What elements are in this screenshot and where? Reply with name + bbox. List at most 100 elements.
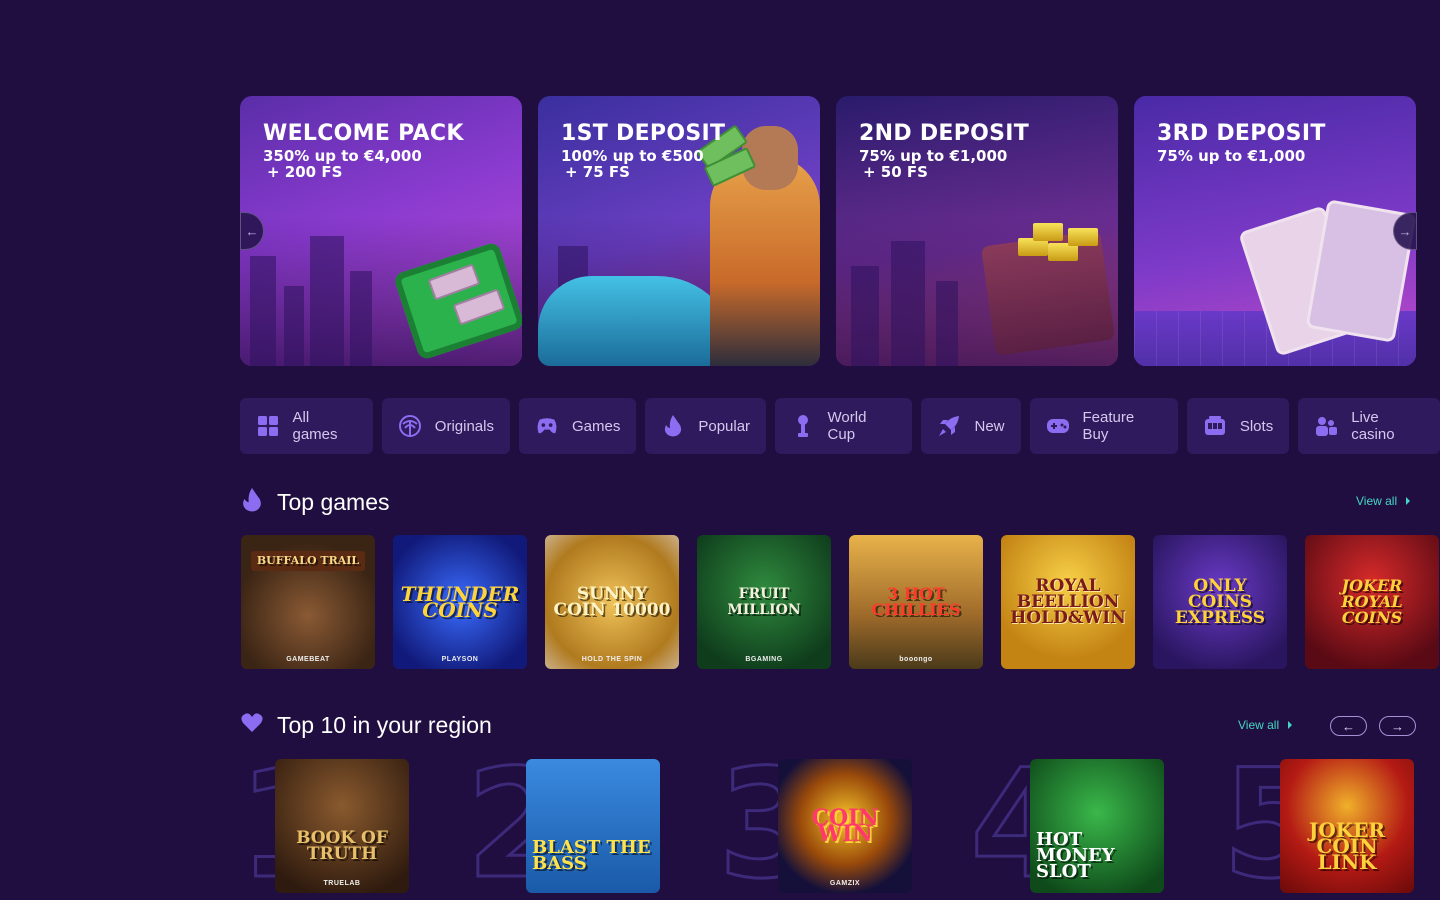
gamepad-icon — [536, 415, 558, 437]
game-tile[interactable]: HOT MONEY SLOT — [1030, 759, 1164, 893]
promo-1st-deposit[interactable]: 1ST DEPOSIT 100% up to €500 + 75 FS — [538, 96, 820, 366]
top-games-view-all-link[interactable]: View all — [1356, 494, 1411, 508]
tab-label: Originals — [434, 417, 494, 435]
top10-item[interactable]: 2 BLAST THE BASS — [464, 749, 662, 900]
game-tile[interactable]: BUFFALO TRAIL GAMEBEAT — [241, 535, 375, 669]
game-title: JOKER ROYAL COINS — [1341, 576, 1403, 627]
tab-slots[interactable]: Slots — [1186, 398, 1290, 454]
promo-title: WELCOME PACK — [263, 121, 464, 146]
game-tile[interactable]: JOKER COIN LINK — [1280, 759, 1414, 893]
top-games-header: Top games — [241, 488, 390, 517]
controller-icon — [1046, 415, 1069, 437]
game-provider: booongo — [899, 656, 933, 663]
grid-icon — [257, 415, 278, 437]
promo-title: 1ST DEPOSIT — [561, 121, 726, 146]
game-provider: TRUELAB — [323, 880, 361, 887]
game-tile[interactable]: JOKER ROYAL COINS — [1305, 535, 1439, 669]
promo-3rd-deposit[interactable]: 3RD DEPOSIT 75% up to €1,000 — [1134, 96, 1416, 366]
game-title: THUNDER COINS — [400, 582, 520, 622]
top10-next-button[interactable]: → — [1379, 716, 1416, 736]
game-provider: GAMZIX — [829, 880, 861, 887]
tab-games[interactable]: Games — [518, 398, 637, 454]
tab-label: Slots — [1239, 417, 1274, 435]
tab-new[interactable]: New — [921, 398, 1021, 454]
game-tile[interactable]: FRUIT MILLION BGAMING — [697, 535, 831, 669]
game-provider: BGAMING — [745, 656, 783, 663]
promo-offer: 75% up to €1,000 — [1157, 147, 1306, 165]
top10-header: Top 10 in your region — [241, 712, 492, 739]
tab-live-casino[interactable]: Live casino — [1298, 398, 1440, 454]
promo-title: 2ND DEPOSIT — [859, 121, 1030, 146]
view-all-label: View all — [1238, 718, 1280, 732]
game-title: BUFFALO TRAIL — [250, 551, 366, 571]
tab-feature-buy[interactable]: Feature Buy — [1029, 398, 1178, 454]
users-icon — [1315, 415, 1338, 437]
promo-free-spins: + 50 FS — [863, 163, 928, 181]
game-tile[interactable]: ONLY COINS EXPRESS — [1153, 535, 1287, 669]
top10-item[interactable]: 1 BOOK OF TRUTH TRUELAB — [236, 749, 410, 900]
category-tabs: All games Originals Games Popular World … — [240, 398, 1440, 454]
game-tile[interactable]: 3 HOT CHILLIES booongo — [849, 535, 983, 669]
arrow-right-icon: → — [1398, 223, 1412, 239]
tab-label: New — [974, 417, 1005, 435]
game-title: SUNNY COIN 10000 — [553, 584, 671, 620]
tab-world-cup[interactable]: World Cup — [775, 398, 913, 454]
top10-view-all-link[interactable]: View all — [1238, 718, 1293, 732]
promo-2nd-deposit[interactable]: 2ND DEPOSIT 75% up to €1,000 + 50 FS — [836, 96, 1118, 366]
game-tile[interactable]: COIN WIN GAMZIX — [778, 759, 912, 893]
rocket-icon — [938, 415, 960, 437]
game-tile[interactable]: BOOK OF TRUTH TRUELAB — [275, 759, 409, 893]
top10-item[interactable]: 3 COIN WIN GAMZIX — [716, 749, 914, 900]
arrow-left-icon: ← — [245, 223, 259, 239]
game-tile[interactable]: SUNNY COIN 10000 HOLD THE SPIN — [545, 535, 679, 669]
game-provider: GAMEBEAT — [286, 656, 330, 663]
tab-label: World Cup — [827, 409, 867, 443]
game-provider: PLAYSON — [441, 656, 479, 663]
game-tile[interactable]: ROYAL BEELLION HOLD&WIN — [1001, 535, 1135, 669]
promo-carousel: WELCOME PACK 350% up to €4,000 + 200 FS … — [240, 96, 1416, 366]
game-title: ONLY COINS EXPRESS — [1174, 576, 1266, 628]
game-title: JOKER COIN LINK — [1308, 818, 1386, 874]
tab-originals[interactable]: Originals — [381, 398, 510, 454]
game-title: BOOK OF TRUTH — [296, 828, 388, 864]
flame-icon — [241, 488, 263, 517]
tab-label: All games — [292, 409, 338, 443]
game-tile[interactable]: BLAST THE BASS — [526, 759, 660, 893]
section-title: Top games — [277, 489, 390, 515]
tab-label: Popular — [698, 417, 751, 435]
top-games-list: BUFFALO TRAIL GAMEBEAT THUNDER COINS PLA… — [241, 535, 1439, 669]
arrow-right-icon: → — [1391, 718, 1404, 734]
promo-offer: 350% up to €4,000 — [263, 147, 422, 165]
game-title: COIN WIN — [811, 805, 879, 847]
promo-welcome-pack[interactable]: WELCOME PACK 350% up to €4,000 + 200 FS — [240, 96, 522, 366]
tab-label: Games — [571, 417, 621, 435]
promo-free-spins: + 200 FS — [267, 163, 343, 181]
arrow-left-icon: ← — [1342, 718, 1355, 734]
game-provider: HOLD THE SPIN — [581, 656, 643, 663]
top10-item[interactable]: 4 HOT MONEY SLOT — [968, 749, 1166, 900]
game-tile[interactable]: THUNDER COINS PLAYSON — [393, 535, 527, 669]
promo-offer: 100% up to €500 — [561, 147, 704, 165]
promo-offer: 75% up to €1,000 — [859, 147, 1008, 165]
palm-icon — [398, 415, 421, 437]
slot-machine-icon — [1204, 415, 1226, 437]
game-title: FRUIT MILLION — [727, 586, 801, 618]
tab-popular[interactable]: Popular — [645, 398, 767, 454]
view-all-label: View all — [1356, 494, 1398, 508]
trophy-icon — [792, 415, 813, 437]
section-title: Top 10 in your region — [277, 712, 492, 738]
game-title: HOT MONEY SLOT — [1036, 829, 1115, 882]
caret-right-icon — [1406, 497, 1411, 505]
promo-title: 3RD DEPOSIT — [1157, 121, 1326, 146]
game-title: 3 HOT CHILLIES — [871, 584, 961, 619]
heart-icon — [241, 713, 263, 738]
flame-icon — [662, 415, 684, 437]
top10-prev-button[interactable]: ← — [1330, 716, 1367, 736]
game-title: BLAST THE BASS — [532, 837, 651, 874]
top10-item[interactable]: 5 JOKER COIN LINK — [1220, 749, 1418, 900]
tab-label: Feature Buy — [1082, 409, 1135, 443]
caret-right-icon — [1288, 721, 1293, 729]
tab-all-games[interactable]: All games — [240, 398, 373, 454]
tab-label: Live casino — [1351, 409, 1395, 443]
game-title: ROYAL BEELLION HOLD&WIN — [1010, 576, 1126, 628]
